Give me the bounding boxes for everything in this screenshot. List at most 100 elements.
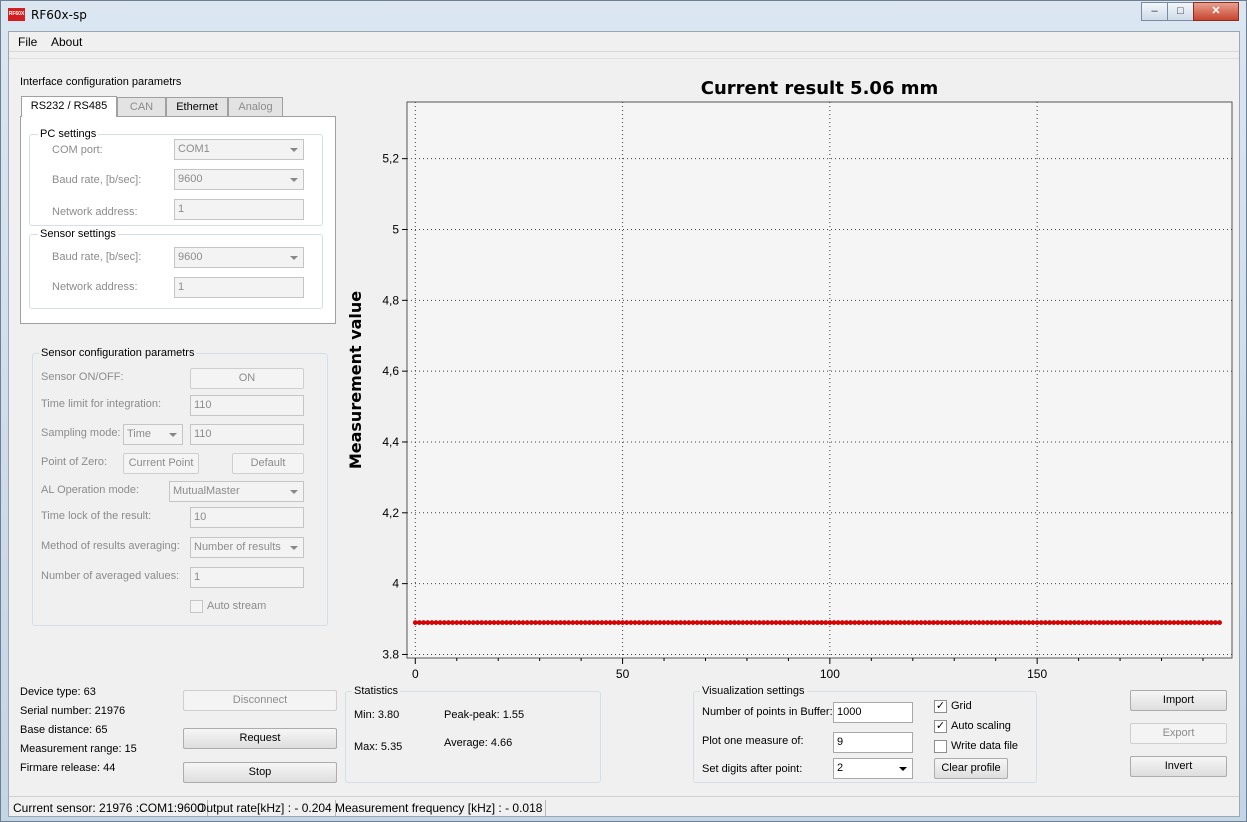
sensor-on-off-label: Sensor ON/OFF: [41,371,124,383]
y-tick-label: 4,6 [382,364,399,378]
invert-button[interactable]: Invert [1130,756,1227,777]
time-lock-field[interactable]: 10 [190,507,304,528]
data-point [678,620,684,625]
pc-network-field[interactable]: 1 [174,199,304,220]
data-point [1213,620,1218,625]
data-point [1072,620,1077,625]
data-point [1109,620,1115,625]
tab-rs232[interactable]: RS232 / RS485 [21,96,117,117]
data-point [1051,620,1057,625]
pc-baud-select[interactable]: 9600 [174,169,304,190]
stat-average: Average: 4.66 [444,737,513,749]
grid-checkbox[interactable]: ✓ [934,700,947,713]
data-point [819,620,824,625]
data-point [487,620,493,625]
data-point [636,620,642,625]
com-port-select[interactable]: COM1 [174,139,304,160]
sampling-value-field[interactable]: 110 [190,424,304,445]
data-point [499,620,505,625]
data-point [624,620,630,625]
al-mode-select[interactable]: MutualMaster [169,481,304,502]
data-point [1080,620,1086,625]
export-button[interactable]: Export [1130,723,1227,744]
data-point [1192,620,1198,625]
data-point [893,620,899,625]
data-point [781,620,787,625]
data-point [1001,620,1007,625]
data-point [740,620,746,625]
data-point [1159,620,1164,625]
minimize-button[interactable]: – [1141,2,1168,21]
time-limit-field[interactable]: 110 [190,395,304,416]
maximize-button[interactable]: □ [1167,2,1194,21]
tab-ethernet[interactable]: Ethernet [166,97,228,117]
data-point [748,620,754,625]
data-point [640,620,646,625]
buffer-points-input[interactable]: 1000 [833,702,913,723]
data-point [877,620,883,625]
stop-button[interactable]: Stop [183,762,337,783]
data-point [570,620,576,625]
sensor-network-field[interactable]: 1 [174,277,304,298]
grid-label: Grid [951,700,972,712]
data-point [466,620,472,625]
digits-select[interactable]: 2 [833,758,913,779]
y-tick-label: 4,8 [382,293,399,307]
data-point [649,620,654,625]
auto-stream-checkbox[interactable] [190,600,203,613]
data-point [566,620,572,625]
data-point [827,620,833,625]
auto-scaling-checkbox[interactable]: ✓ [934,720,947,733]
auto-scaling-label: Auto scaling [951,720,1011,732]
data-point [653,620,659,625]
sensor-baud-select[interactable]: 9600 [174,247,304,268]
data-point [682,620,688,625]
auto-stream-label: Auto stream [207,600,267,612]
interface-tab-pane: PC settings COM port: COM1 Baud rate, [b… [20,116,336,324]
menu-about[interactable]: About [51,35,82,49]
data-point [723,620,729,625]
data-point [1113,620,1119,625]
data-point [902,620,907,625]
y-tick-label: 3.8 [382,647,399,661]
data-point [595,620,601,625]
data-point [815,620,820,625]
import-button[interactable]: Import [1130,690,1227,711]
plot-one-measure-input[interactable]: 9 [833,732,913,753]
request-button[interactable]: Request [183,728,337,749]
base-distance: Base distance: 65 [20,724,108,736]
averaging-method-select[interactable]: Number of results [190,537,304,558]
write-data-file-checkbox[interactable] [934,740,947,753]
close-button[interactable]: ✕ [1193,2,1239,21]
status-output-rate: Output rate[kHz] : - 0.204 [194,800,336,816]
current-point-button[interactable]: Current Point [123,453,199,474]
data-point [1146,620,1152,625]
data-point [470,620,476,625]
data-point [1055,620,1061,625]
time-lock-label: Time lock of the result: [41,510,152,522]
data-point [939,620,945,625]
averaged-values-field[interactable]: 1 [190,567,304,588]
title-bar[interactable]: RF60X RF60x-sp – □ ✕ [1,1,1246,31]
sampling-mode-select[interactable]: Time [123,424,183,445]
data-point [549,620,555,625]
disconnect-button[interactable]: Disconnect [183,690,337,711]
x-tick-label: 50 [616,667,630,681]
data-point [761,620,766,625]
data-point [773,620,779,625]
data-point [1084,620,1090,625]
tab-analog[interactable]: Analog [228,97,283,117]
data-point [881,620,887,625]
data-point [1154,620,1160,625]
data-point [794,620,800,625]
data-point [541,620,547,625]
default-zero-button[interactable]: Default [232,453,304,474]
app-logo-icon: RF60X [8,8,25,21]
clear-profile-button[interactable]: Clear profile [934,758,1008,779]
data-point [425,620,431,625]
data-point [756,620,762,625]
sensor-on-button[interactable]: ON [190,368,304,389]
tab-can[interactable]: CAN [117,97,166,117]
data-point [1034,620,1040,625]
menu-file[interactable]: File [18,35,37,49]
